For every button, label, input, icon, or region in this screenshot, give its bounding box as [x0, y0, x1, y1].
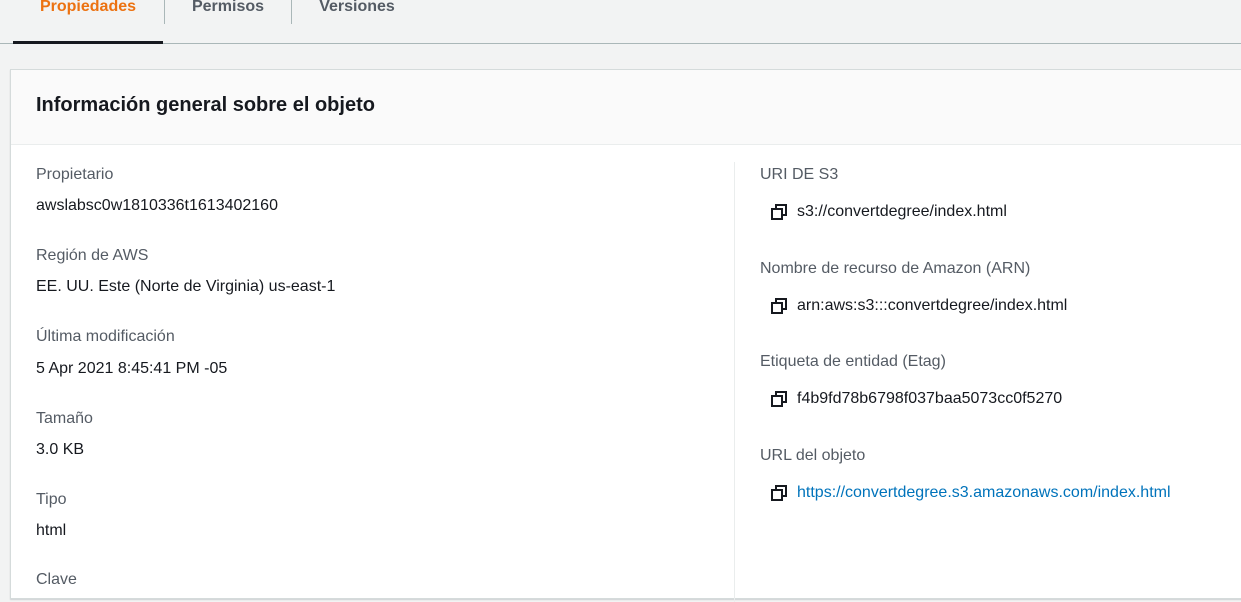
type-label: Tipo	[36, 491, 67, 508]
panel-header: Información general sobre el objeto	[11, 70, 1241, 145]
tab-versiones[interactable]: Versiones	[292, 0, 422, 44]
arn-row: arn:aws:s3:::convertdegree/index.html	[770, 297, 1067, 315]
owner-label: Propietario	[36, 166, 114, 183]
region-label: Región de AWS	[36, 247, 149, 264]
tab-permisos-label: Permisos	[191, 0, 265, 15]
tab-permisos[interactable]: Permisos	[165, 0, 291, 44]
arn-value: arn:aws:s3:::convertdegree/index.html	[797, 297, 1068, 314]
object-url-row: https://convertdegree.s3.amazonaws.com/i…	[770, 484, 1171, 502]
s3-uri-value: s3://convertdegree/index.html	[797, 203, 1007, 220]
region-value: EE. UU. Este (Norte de Virginia) us-east…	[36, 278, 336, 295]
tab-bar: Propiedades Permisos Versiones	[0, 0, 1241, 44]
size-value: 3.0 KB	[36, 441, 85, 458]
tab-propiedades[interactable]: Propiedades	[13, 0, 163, 44]
last-modified-label: Última modificación	[36, 328, 175, 345]
object-overview-panel: Información general sobre el objeto Prop…	[10, 69, 1241, 602]
key-label: Clave	[36, 571, 77, 588]
copy-icon[interactable]	[770, 390, 788, 408]
s3-uri-label: URI DE S3	[760, 166, 839, 183]
etag-label: Etiqueta de entidad (Etag)	[760, 353, 946, 370]
last-modified-value: 5 Apr 2021 8:45:41 PM -05	[36, 360, 228, 377]
size-label: Tamaño	[36, 410, 93, 427]
column-divider	[734, 162, 735, 602]
copy-icon[interactable]	[770, 297, 788, 315]
panel-title: Información general sobre el objeto	[36, 94, 375, 116]
etag-row: f4b9fd78b6798f037baa5073cc0f5270	[770, 390, 1062, 408]
tab-propiedades-label: Propiedades	[39, 0, 137, 15]
object-url-link[interactable]: https://convertdegree.s3.amazonaws.com/i…	[797, 484, 1171, 502]
copy-icon[interactable]	[770, 484, 788, 502]
copy-icon[interactable]	[770, 203, 788, 221]
etag-value: f4b9fd78b6798f037baa5073cc0f5270	[797, 390, 1063, 407]
object-url-label: URL del objeto	[760, 447, 866, 464]
arn-label: Nombre de recurso de Amazon (ARN)	[760, 260, 1031, 277]
tab-versiones-label: Versiones	[319, 0, 395, 15]
type-value: html	[36, 522, 67, 539]
owner-value: awslabsc0w1810336t1613402160	[36, 197, 278, 214]
s3-uri-row: s3://convertdegree/index.html	[770, 203, 1007, 221]
